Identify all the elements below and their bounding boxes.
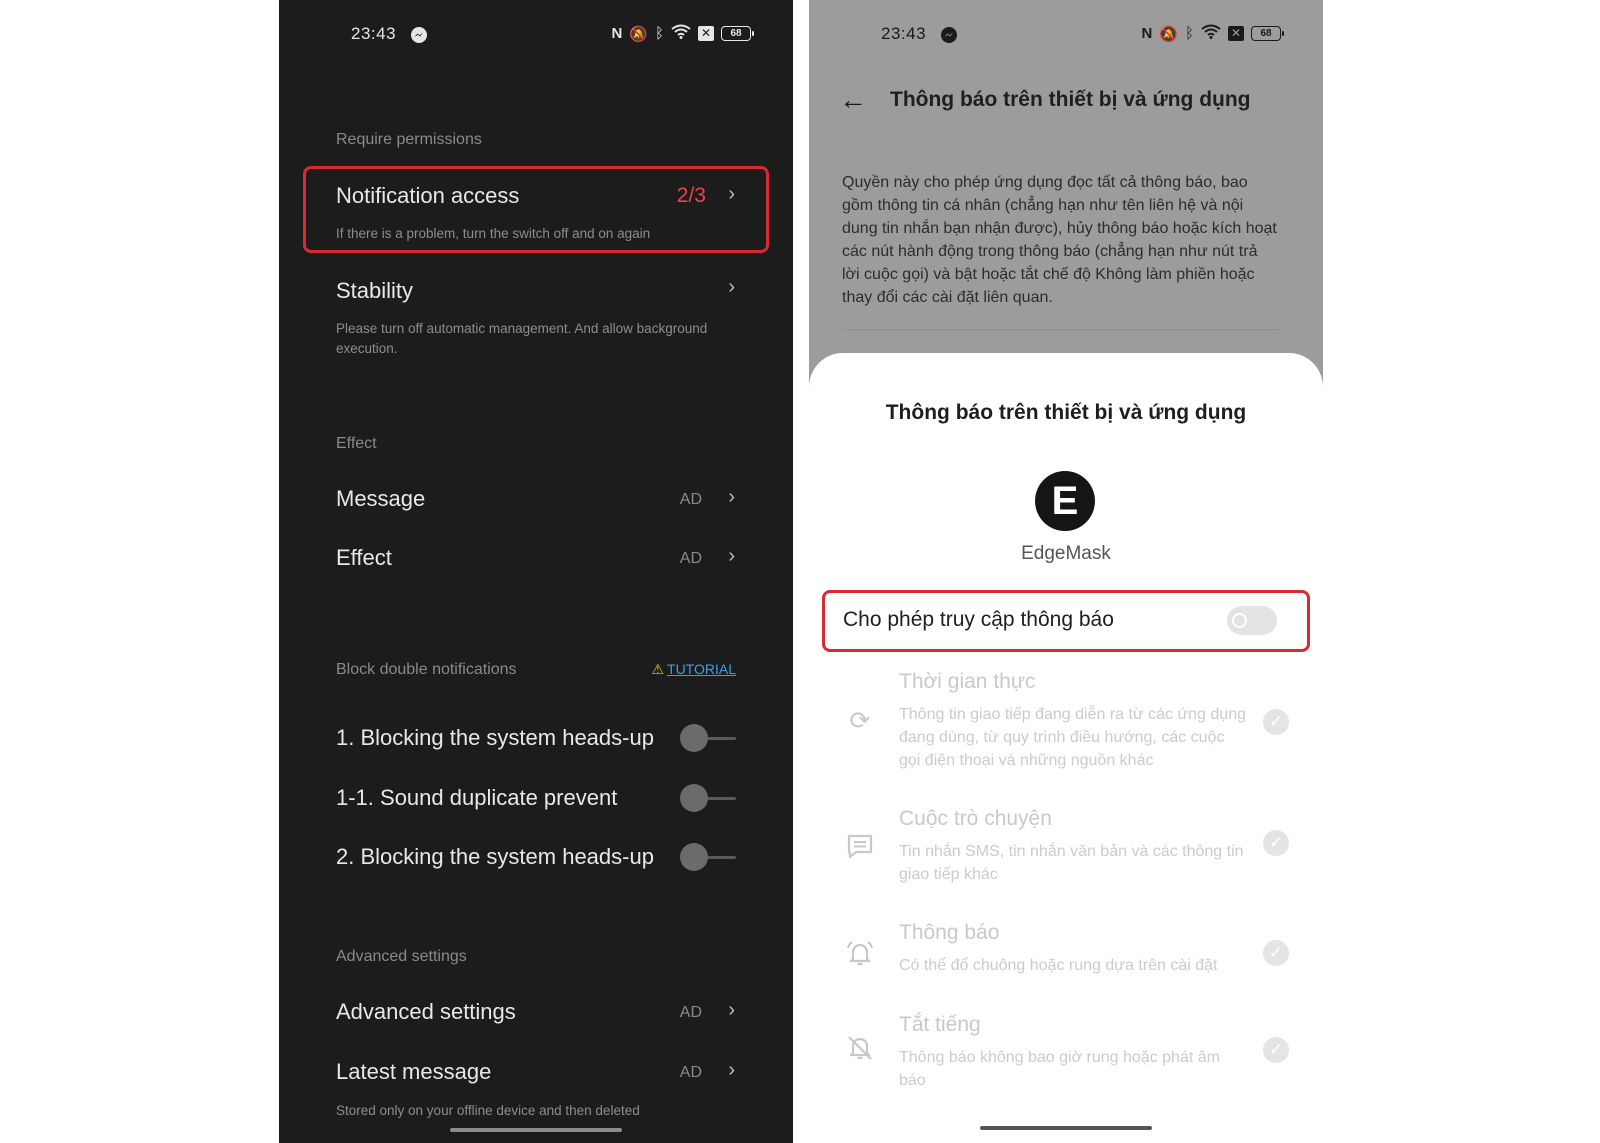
toggle-row-2[interactable]: 1-1. Sound duplicate prevent	[303, 780, 769, 820]
messenger-icon	[411, 27, 427, 43]
permission-desc: Có thể đổ chuông hoặc rung dựa trên cài …	[899, 957, 1218, 974]
warning-icon: ⚠	[651, 661, 665, 677]
check-icon: ✓	[1263, 709, 1289, 735]
latest-message-sub: Stored only on your offline device and t…	[336, 1103, 640, 1118]
toggle-label-1: 1. Blocking the system heads-up	[336, 725, 654, 750]
toggle-label-3: 2. Blocking the system heads-up	[336, 844, 654, 869]
nfc-icon: N	[611, 25, 623, 42]
nfc-icon: N	[1141, 25, 1153, 42]
latest-message-title: Latest message	[336, 1059, 492, 1084]
battery-icon: 68	[1251, 26, 1284, 41]
toggle-row-1[interactable]: 1. Blocking the system heads-up	[303, 720, 769, 760]
section-effect: Effect	[336, 435, 377, 452]
toggle-switch-1[interactable]	[680, 723, 736, 753]
page-title: Thông báo trên thiết bị và ứng dụng	[890, 88, 1251, 111]
latest-message-row[interactable]: Latest message AD › Stored only on your …	[303, 1055, 769, 1125]
allow-notification-access-row[interactable]: Cho phép truy cập thông báo	[822, 590, 1310, 652]
notification-access-row[interactable]: Notification access 2/3 › If there is a …	[303, 166, 769, 253]
bluetooth-icon: ᛒ	[654, 25, 664, 42]
bottom-sheet: Thông báo trên thiết bị và ứng dụng E Ed…	[809, 353, 1323, 1143]
permission-title: Tắt tiếng	[899, 1013, 981, 1036]
chevron-right-icon: ›	[728, 1059, 735, 1081]
message-row[interactable]: Message AD ›	[303, 482, 769, 522]
stability-title: Stability	[336, 278, 414, 303]
sim-x-icon: ✕	[1228, 26, 1244, 41]
right-screen: 23:43 N 🔕 ᛒ ✕ 68 ← Thông báo trên thiết …	[809, 0, 1323, 1143]
status-time: 23:43	[881, 24, 927, 43]
wifi-icon	[1201, 24, 1221, 43]
app-icon: E	[1035, 471, 1095, 531]
chevron-right-icon: ›	[728, 276, 735, 298]
tutorial-label: TUTORIAL	[667, 661, 736, 677]
sim-x-icon: ✕	[698, 26, 714, 41]
chevron-right-icon: ›	[728, 545, 735, 567]
app-name: EdgeMask	[1021, 543, 1111, 564]
ad-badge: AD	[679, 1004, 702, 1021]
permission-desc: Thông báo không bao giờ rung hoặc phát â…	[899, 1049, 1220, 1089]
status-bar: 23:43 N 🔕 ᛒ ✕ 68	[809, 22, 1323, 48]
section-block-double: Block double notifications	[336, 661, 517, 678]
status-bar: 23:43 N 🔕 ᛒ ✕ 68	[279, 22, 793, 48]
status-icons: N 🔕 ᛒ ✕ 68	[611, 24, 754, 43]
effect-title: Effect	[336, 545, 392, 570]
permission-description: Quyền này cho phép ứng dụng đọc tất cả t…	[842, 174, 1277, 306]
notification-access-counter: 2/3	[676, 184, 706, 207]
toggle-row-3[interactable]: 2. Blocking the system heads-up	[303, 839, 769, 879]
status-time: 23:43	[351, 24, 397, 43]
chevron-right-icon: ›	[728, 486, 735, 508]
sync-icon: ⟳	[849, 707, 871, 735]
bell-off-icon	[845, 1033, 875, 1063]
home-indicator[interactable]	[980, 1126, 1152, 1130]
permission-desc: Tin nhắn SMS, tin nhắn văn bản và các th…	[899, 843, 1244, 883]
check-icon: ✓	[1263, 1037, 1289, 1063]
section-advanced: Advanced settings	[336, 948, 467, 965]
divider	[842, 329, 1279, 330]
allow-notification-access-label: Cho phép truy cập thông báo	[843, 608, 1114, 631]
mute-icon: 🔕	[1159, 25, 1178, 43]
tutorial-link[interactable]: ⚠ TUTORIAL	[651, 661, 736, 678]
wifi-icon	[671, 24, 691, 43]
messenger-icon	[941, 27, 957, 43]
check-icon: ✓	[1263, 830, 1289, 856]
chat-icon	[845, 831, 875, 861]
chevron-right-icon: ›	[728, 999, 735, 1021]
permission-desc: Thông tin giao tiếp đang diễn ra từ các …	[899, 706, 1246, 769]
toggle-label-2: 1-1. Sound duplicate prevent	[336, 785, 618, 810]
ad-badge: AD	[679, 491, 702, 508]
notification-access-sub: If there is a problem, turn the switch o…	[336, 226, 651, 241]
permission-title: Thời gian thực	[899, 670, 1036, 693]
battery-icon: 68	[721, 26, 754, 41]
left-screen: 23:43 N 🔕 ᛒ ✕ 68 Require permissions Not…	[279, 0, 793, 1143]
advanced-settings-title: Advanced settings	[336, 999, 516, 1024]
stability-row[interactable]: Stability › Please turn off automatic ma…	[303, 274, 769, 364]
bell-icon	[845, 939, 875, 969]
toggle-switch-3[interactable]	[680, 842, 736, 872]
message-title: Message	[336, 486, 426, 511]
permission-item-notification: Thông báo Có thể đổ chuông hoặc rung dựa…	[809, 921, 1323, 981]
check-icon: ✓	[1263, 940, 1289, 966]
bluetooth-icon: ᛒ	[1184, 25, 1194, 42]
ad-badge: AD	[679, 1064, 702, 1081]
advanced-settings-row[interactable]: Advanced settings AD ›	[303, 995, 769, 1035]
sheet-title: Thông báo trên thiết bị và ứng dụng	[885, 401, 1247, 424]
stability-sub: Please turn off automatic management. An…	[336, 321, 708, 356]
allow-notification-access-switch[interactable]	[1227, 606, 1277, 635]
toggle-switch-2[interactable]	[680, 783, 736, 813]
permission-title: Cuộc trò chuyện	[899, 807, 1052, 830]
home-indicator[interactable]	[450, 1128, 622, 1132]
section-require-permissions: Require permissions	[336, 131, 482, 148]
mute-icon: 🔕	[629, 25, 648, 43]
permission-item-silent: Tắt tiếng Thông báo không bao giờ rung h…	[809, 1013, 1323, 1093]
notification-access-title: Notification access	[336, 183, 520, 208]
ad-badge: AD	[679, 550, 702, 567]
effect-row[interactable]: Effect AD ›	[303, 541, 769, 581]
chevron-right-icon: ›	[728, 183, 735, 205]
status-icons: N 🔕 ᛒ ✕ 68	[1141, 24, 1284, 43]
permission-item-realtime: ⟳ Thời gian thực Thông tin giao tiếp đan…	[809, 670, 1323, 770]
permission-item-conversation: Cuộc trò chuyện Tin nhắn SMS, tin nhắn v…	[809, 807, 1323, 887]
permission-title: Thông báo	[899, 921, 1000, 944]
back-arrow-icon[interactable]: ←	[839, 84, 867, 116]
